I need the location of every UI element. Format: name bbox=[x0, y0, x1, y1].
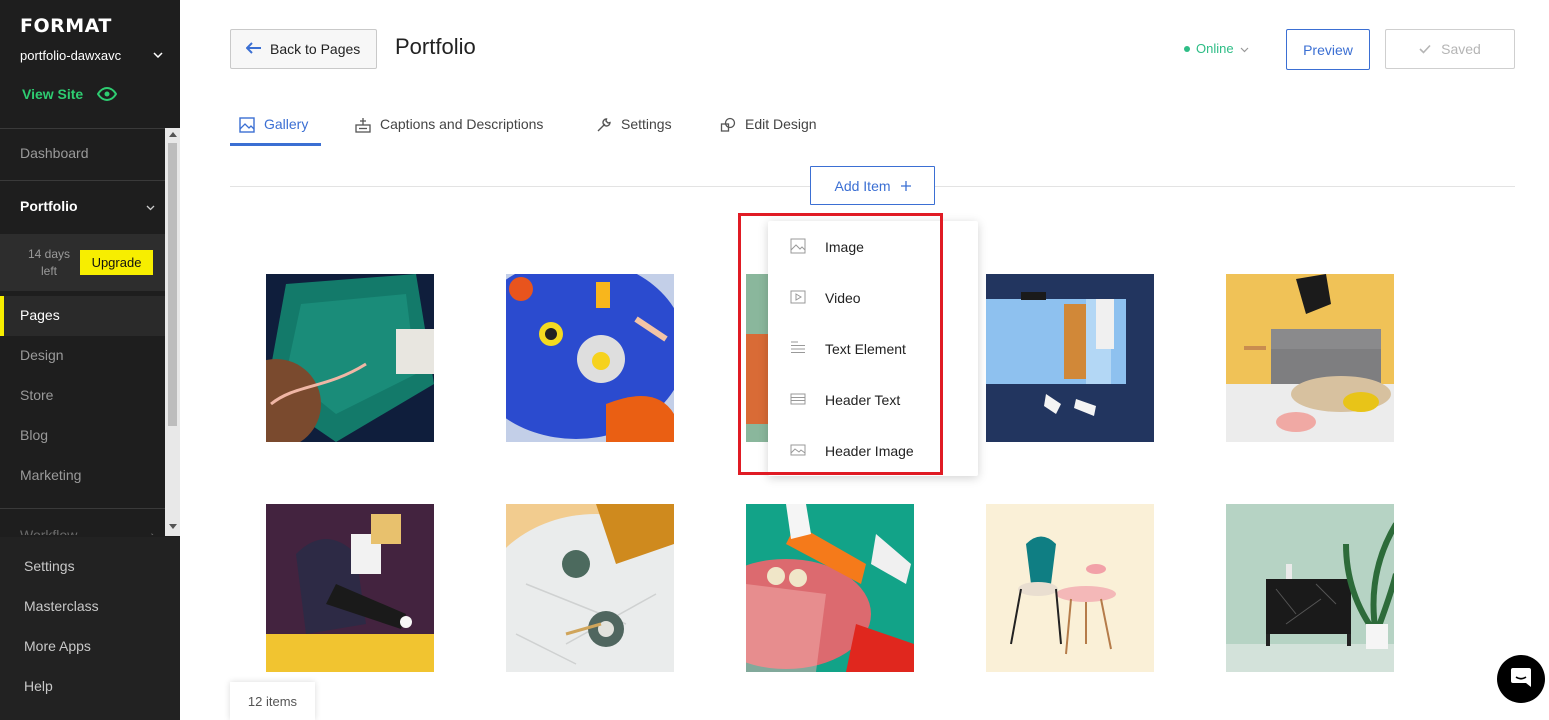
site-name: portfolio-dawxavc bbox=[20, 47, 122, 63]
tab-edit-design[interactable]: Edit Design bbox=[720, 116, 817, 146]
wrench-icon bbox=[596, 116, 612, 133]
image-icon bbox=[790, 238, 806, 254]
check-icon bbox=[1419, 41, 1431, 57]
scrollbar-thumb[interactable] bbox=[168, 143, 177, 426]
gallery-thumbnail-patterned-chairs[interactable] bbox=[986, 504, 1154, 672]
plus-icon bbox=[900, 178, 911, 194]
design-icon bbox=[720, 116, 736, 133]
saved-label: Saved bbox=[1441, 41, 1481, 57]
sidebar-item-marketing[interactable]: Marketing bbox=[20, 467, 81, 483]
trial-days-left: 14 days left bbox=[22, 246, 76, 280]
chevron-down-icon bbox=[1240, 41, 1249, 56]
sidebar-item-blog[interactable]: Blog bbox=[20, 427, 48, 443]
menu-item-image[interactable]: Image bbox=[768, 221, 978, 272]
tab-captions[interactable]: Captions and Descriptions bbox=[355, 116, 543, 146]
sidebar-item-more-apps[interactable]: More Apps bbox=[24, 638, 91, 654]
sidebar-item-dashboard[interactable]: Dashboard bbox=[20, 145, 89, 161]
image-icon bbox=[239, 116, 255, 133]
eye-icon bbox=[97, 87, 118, 101]
sidebar-item-store[interactable]: Store bbox=[20, 387, 53, 403]
sidebar-item-help[interactable]: Help bbox=[24, 678, 53, 694]
sidebar-item-label: Pages bbox=[20, 307, 60, 323]
chevron-down-icon bbox=[146, 198, 155, 214]
sidebar-divider bbox=[0, 180, 165, 181]
video-icon bbox=[790, 289, 806, 305]
item-count: 12 items bbox=[230, 682, 315, 720]
view-site-label: View Site bbox=[22, 86, 84, 102]
menu-item-header-text[interactable]: Header Text bbox=[768, 374, 978, 425]
sidebar-divider bbox=[0, 128, 165, 129]
menu-item-label: Header Image bbox=[825, 442, 914, 459]
menu-item-label: Video bbox=[825, 289, 861, 306]
scroll-down-arrow-icon[interactable] bbox=[169, 524, 177, 529]
upgrade-button[interactable]: Upgrade bbox=[80, 250, 153, 275]
sidebar-item-design[interactable]: Design bbox=[20, 347, 64, 363]
gallery-thumbnail-woman-reading[interactable] bbox=[266, 504, 434, 672]
trial-days: 14 days bbox=[27, 247, 71, 261]
sidebar: FORMAT portfolio-dawxavc View Site Dashb… bbox=[0, 0, 180, 720]
sidebar-item-portfolio[interactable]: Portfolio bbox=[20, 198, 155, 214]
menu-item-header-image[interactable]: Header Image bbox=[768, 425, 978, 476]
saved-button[interactable]: Saved bbox=[1385, 29, 1515, 69]
sidebar-item-masterclass[interactable]: Masterclass bbox=[24, 598, 99, 614]
sidebar-item-pages[interactable]: Pages bbox=[0, 296, 165, 336]
trial-left: left bbox=[40, 264, 57, 278]
chat-icon bbox=[1509, 665, 1533, 694]
gallery-thumbnail-breakfast-table[interactable] bbox=[506, 274, 674, 442]
format-logo[interactable]: FORMAT bbox=[20, 15, 112, 37]
tab-label: Gallery bbox=[264, 116, 309, 132]
status-label: Online bbox=[1196, 41, 1234, 56]
tab-gallery[interactable]: Gallery bbox=[230, 116, 321, 146]
chat-button[interactable] bbox=[1497, 655, 1545, 703]
back-label: Back to Pages bbox=[270, 41, 361, 57]
menu-item-text-element[interactable]: Text Element bbox=[768, 323, 978, 374]
menu-item-video[interactable]: Video bbox=[768, 272, 978, 323]
text-lines-icon bbox=[790, 340, 806, 356]
tab-label: Captions and Descriptions bbox=[380, 116, 544, 132]
site-selector[interactable]: portfolio-dawxavc bbox=[20, 46, 165, 64]
tab-label: Settings bbox=[621, 116, 672, 132]
gallery-thumbnail-jumping-sofa[interactable] bbox=[1226, 274, 1394, 442]
back-to-pages-button[interactable]: Back to Pages bbox=[230, 29, 377, 69]
trial-banner: 14 days left Upgrade bbox=[0, 234, 165, 291]
header-text-icon bbox=[790, 391, 806, 407]
gallery-thumbnail-green-sofa[interactable] bbox=[266, 274, 434, 442]
sidebar-bottom-menu: Settings Masterclass More Apps Help bbox=[0, 537, 180, 720]
preview-button[interactable]: Preview bbox=[1286, 29, 1370, 70]
menu-item-label: Header Text bbox=[825, 391, 901, 408]
portfolio-label: Portfolio bbox=[20, 198, 78, 214]
gallery-thumbnail-orange-legs[interactable] bbox=[746, 504, 914, 672]
add-item-label: Add Item bbox=[834, 177, 891, 194]
tab-settings[interactable]: Settings bbox=[596, 116, 672, 146]
add-item-dropdown: Image Video Text Element Header Text Hea… bbox=[768, 221, 978, 476]
tab-label: Edit Design bbox=[745, 116, 817, 132]
status-dropdown[interactable]: Online bbox=[1184, 41, 1249, 56]
menu-item-label: Image bbox=[825, 238, 864, 255]
scroll-up-arrow-icon[interactable] bbox=[169, 132, 177, 137]
gallery-thumbnail-marble-table[interactable] bbox=[506, 504, 674, 672]
gallery-thumbnail-black-cabinet[interactable] bbox=[1226, 504, 1394, 672]
view-site-link[interactable]: View Site bbox=[22, 86, 118, 102]
sidebar-divider bbox=[0, 508, 165, 509]
arrow-left-icon bbox=[245, 41, 262, 57]
header-image-icon bbox=[790, 442, 806, 458]
chevron-down-icon bbox=[151, 48, 165, 62]
page-title: Portfolio bbox=[395, 34, 476, 59]
sidebar-item-settings[interactable]: Settings bbox=[24, 558, 75, 574]
captions-icon bbox=[355, 116, 371, 133]
menu-item-label: Text Element bbox=[825, 340, 906, 357]
gallery-thumbnail-blue-cabinet[interactable] bbox=[986, 274, 1154, 442]
online-dot-icon bbox=[1184, 45, 1190, 52]
add-item-button[interactable]: Add Item bbox=[810, 166, 935, 205]
